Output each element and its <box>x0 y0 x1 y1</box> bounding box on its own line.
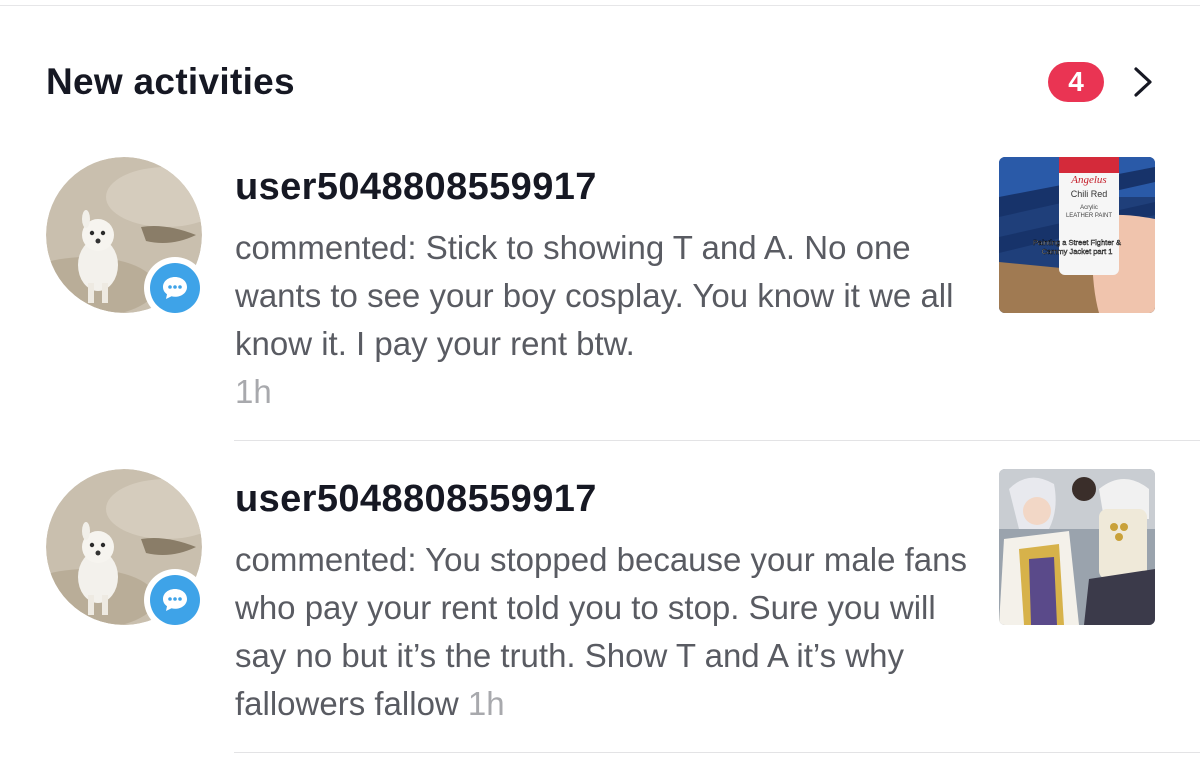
activity-text: user5048808559917 commented: Stick to sh… <box>235 157 975 416</box>
comment-icon <box>163 277 187 299</box>
activity-count-badge: 4 <box>1048 62 1104 102</box>
chevron-right-icon[interactable] <box>1132 66 1154 98</box>
thumbnail-product-line2: LEATHER PAINT <box>1066 213 1112 219</box>
username[interactable]: user5048808559917 <box>235 165 975 209</box>
timestamp: 1h <box>235 373 272 410</box>
comment-text: commented: Stick to showing T and A. No … <box>235 224 975 416</box>
thumbnail-caption-line2: Cammy Jacket part 1 <box>1042 247 1113 256</box>
comment-body: commented: Stick to showing T and A. No … <box>235 229 954 362</box>
thumbnail-product-line1: Acrylic <box>1080 205 1098 211</box>
thumbnail-brand: Angelus <box>1070 174 1106 186</box>
thumbnail-color-name: Chili Red <box>1071 189 1108 199</box>
video-thumbnail[interactable]: Angelus Chili Red Acrylic LEATHER PAINT … <box>999 157 1155 313</box>
row-divider <box>234 440 1200 441</box>
activity-text: user5048808559917 commented: You stopped… <box>235 469 975 728</box>
avatar[interactable] <box>46 469 206 631</box>
comment-icon <box>163 589 187 611</box>
row-divider <box>234 752 1200 753</box>
video-thumbnail[interactable] <box>999 469 1155 625</box>
comment-badge <box>144 257 206 319</box>
comment-body: commented: You stopped because your male… <box>235 541 967 722</box>
header-right[interactable]: 4 <box>1048 62 1154 102</box>
timestamp: 1h <box>467 685 505 722</box>
activities-header[interactable]: New activities 4 <box>46 55 1154 109</box>
comment-badge <box>144 569 206 631</box>
section-title: New activities <box>46 61 295 102</box>
thumbnail-caption-line1: Painting a Street Fighter & <box>1033 238 1121 247</box>
username[interactable]: user5048808559917 <box>235 477 975 521</box>
avatar[interactable] <box>46 157 206 319</box>
comment-text: commented: You stopped because your male… <box>235 536 975 728</box>
top-divider <box>0 5 1200 6</box>
